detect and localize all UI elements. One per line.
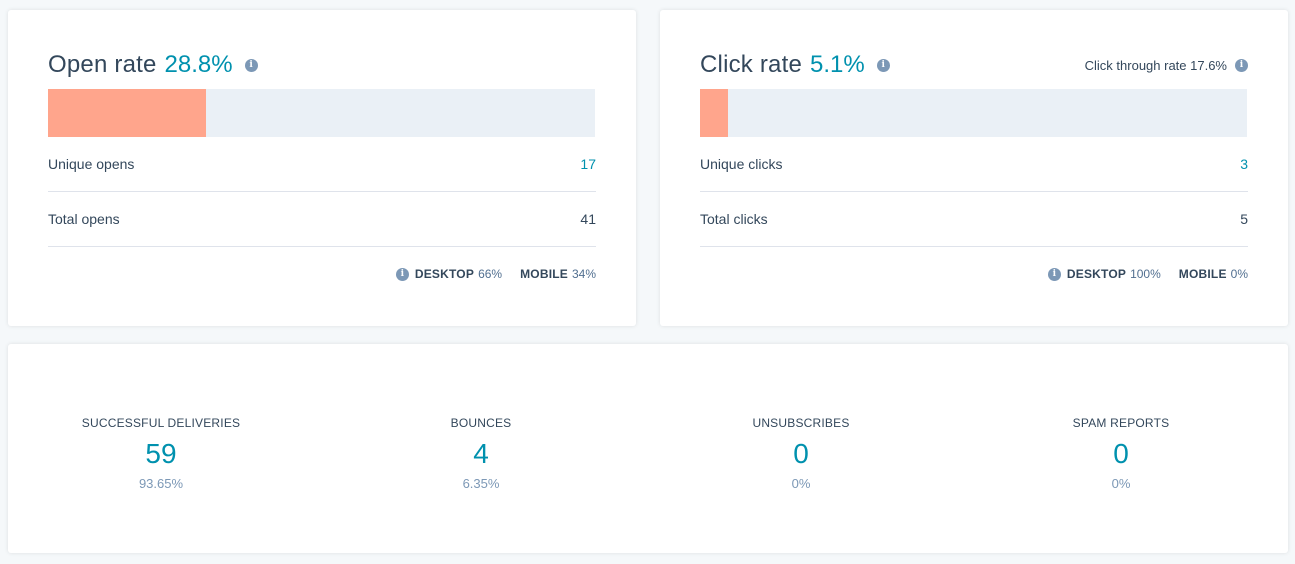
unique-opens-value[interactable]: 17 <box>580 156 596 172</box>
total-clicks-value: 5 <box>1240 211 1248 227</box>
click-device-breakdown: i DESKTOP 100% MOBILE 0% <box>700 247 1248 301</box>
stat-value[interactable]: 0 <box>991 438 1251 470</box>
stat-pct: 6.35% <box>462 476 500 491</box>
desktop-label: DESKTOP <box>414 267 475 281</box>
total-opens-value: 41 <box>580 211 596 227</box>
click-rate-card: Click rate 5.1% i Click through rate 17.… <box>660 10 1288 326</box>
total-clicks-row: Total clicks 5 <box>700 192 1248 247</box>
stat-value[interactable]: 59 <box>31 438 291 470</box>
total-opens-label: Total opens <box>48 211 120 227</box>
open-rate-title: Open rate <box>48 51 157 78</box>
open-rate-bar <box>48 89 595 137</box>
open-rate-value: 28.8% <box>164 51 233 78</box>
info-icon[interactable]: i <box>876 58 890 72</box>
delivery-stats-card: SUCCESSFUL DELIVERIES 59 93.65% BOUNCES … <box>8 344 1288 553</box>
click-rate-title: Click rate <box>700 51 803 78</box>
stat-pct: 93.65% <box>138 476 184 491</box>
total-clicks-label: Total clicks <box>700 211 768 227</box>
stat-label: UNSUBSCRIBES <box>752 416 850 430</box>
mobile-pct: 0% <box>1230 267 1248 281</box>
stat-pct: 0% <box>791 476 811 491</box>
total-opens-row: Total opens 41 <box>48 192 596 247</box>
info-icon[interactable]: i <box>244 58 258 72</box>
stat-successful-deliveries: SUCCESSFUL DELIVERIES 59 93.65% <box>31 416 291 491</box>
open-device-breakdown: i DESKTOP 66% MOBILE 34% <box>48 247 596 301</box>
open-rate-card: Open rate 28.8% i Unique opens 17 Total … <box>8 10 636 326</box>
unique-opens-row: Unique opens 17 <box>48 137 596 192</box>
stat-bounces: BOUNCES 4 6.35% <box>351 416 611 491</box>
desktop-pct: 66% <box>478 267 503 281</box>
click-through-rate-text: Click through rate 17.6% <box>1084 58 1227 73</box>
info-icon[interactable]: i <box>1047 267 1061 281</box>
info-icon[interactable]: i <box>1235 59 1248 72</box>
stat-value[interactable]: 0 <box>671 438 931 470</box>
click-rate-header: Click rate 5.1% i Click through rate 17.… <box>700 50 1248 80</box>
stat-label: SUCCESSFUL DELIVERIES <box>81 416 241 430</box>
stat-unsubscribes: UNSUBSCRIBES 0 0% <box>671 416 931 491</box>
unique-clicks-value[interactable]: 3 <box>1240 156 1248 172</box>
stat-label: BOUNCES <box>450 416 512 430</box>
mobile-label: MOBILE <box>1178 267 1227 281</box>
click-rate-bar <box>700 89 1247 137</box>
mobile-label: MOBILE <box>520 267 568 281</box>
desktop-label: DESKTOP <box>1066 267 1127 281</box>
unique-opens-label: Unique opens <box>48 156 135 172</box>
stat-pct: 0% <box>1111 476 1131 491</box>
unique-clicks-label: Unique clicks <box>700 156 783 172</box>
desktop-pct: 100% <box>1130 267 1161 281</box>
click-rate-value: 5.1% <box>810 51 865 78</box>
open-rate-header: Open rate 28.8% i <box>48 50 596 80</box>
click-through-rate: Click through rate 17.6% i <box>1085 58 1248 73</box>
click-rate-bar-fill <box>700 89 728 137</box>
open-rate-bar-fill <box>48 89 206 137</box>
stat-label: SPAM REPORTS <box>1072 416 1170 430</box>
mobile-pct: 34% <box>571 267 596 281</box>
stat-value[interactable]: 4 <box>351 438 611 470</box>
info-icon[interactable]: i <box>395 267 409 281</box>
unique-clicks-row: Unique clicks 3 <box>700 137 1248 192</box>
stat-spam-reports: SPAM REPORTS 0 0% <box>991 416 1251 491</box>
